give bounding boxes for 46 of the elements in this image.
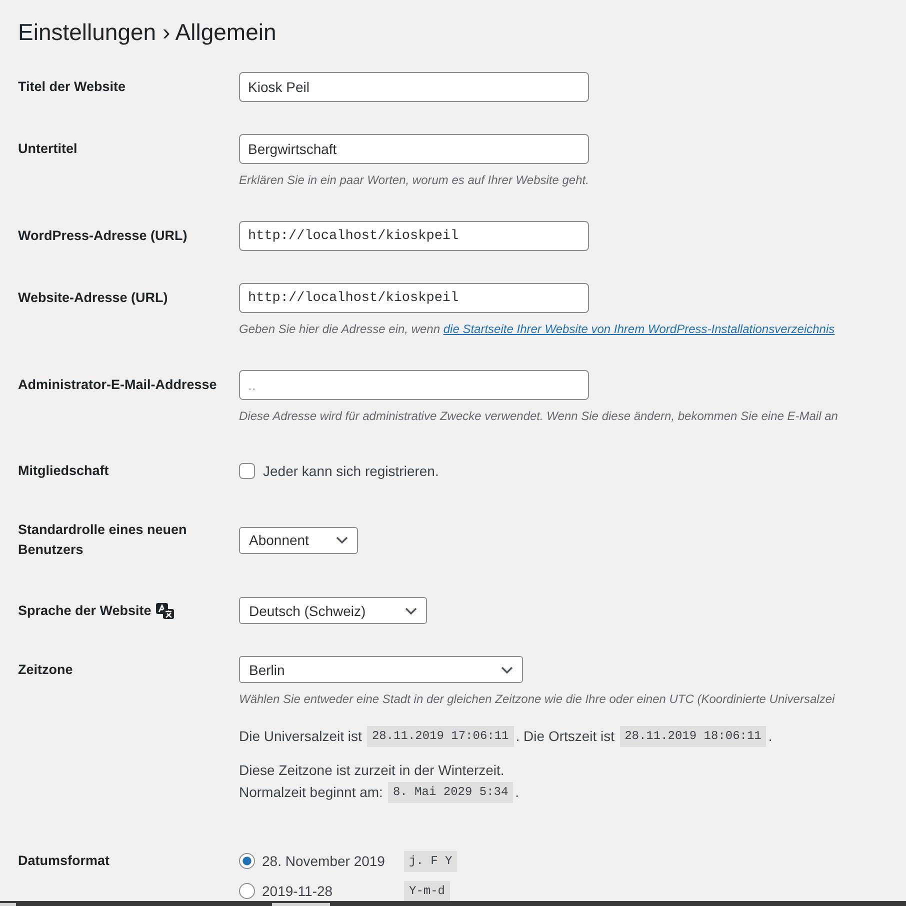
note-text: . Die Ortszeit ist [516, 727, 615, 746]
page-title: Einstellungen › Allgemein [18, 18, 276, 47]
url-field[interactable]: http://localhost/kioskpeil [239, 221, 589, 251]
field-label: Datumsformat [18, 852, 110, 870]
format-code: Y-m-d [404, 880, 450, 902]
field-label: Website-Adresse (URL) [18, 289, 168, 307]
field-description: Geben Sie hier die Adresse ein, wenn die Startseite Ihrer Website von Ihrem WordPress-Installationsverzeichnis [239, 321, 836, 338]
field-label: Administrator-E-Mail-Addresse [18, 376, 217, 394]
time-code: 8. Mai 2029 5:34 [388, 782, 514, 802]
chevron-down-icon [405, 606, 417, 614]
field-label: Zeitzone [18, 660, 73, 678]
translation-icon [156, 602, 174, 618]
link[interactable]: die Startseite Ihrer Website von Ihrem WordPress-Installationsverzeichnis [443, 322, 835, 336]
dropdown[interactable]: Deutsch (Schweiz) [239, 597, 427, 624]
checkbox[interactable] [239, 463, 255, 479]
note-text: Normalzeit beginnt am: [239, 783, 383, 802]
chevron-down-icon [501, 666, 513, 674]
text-field[interactable]: Kiosk Peil [239, 72, 589, 102]
note-text: Diese Zeitzone ist zurzeit in der Winterzeit. [239, 761, 504, 780]
radio-button[interactable] [239, 883, 255, 899]
chevron-down-icon [336, 536, 348, 544]
field-description: Wählen Sie entweder eine Stadt in der gleichen Zeitzone wie die Ihre oder einen UTC (Koordinierte Universalzei [239, 691, 836, 708]
text-field[interactable]: Bergwirtschaft [239, 134, 589, 164]
checkbox-label[interactable]: Jeder kann sich registrieren. [263, 461, 439, 481]
dropdown[interactable]: Abonnent [239, 526, 358, 554]
field-label: Untertitel [18, 140, 78, 158]
time-code: 28.11.2019 18:06:11 [620, 726, 766, 746]
field-label: Sprache der Website [18, 602, 152, 620]
radio-button[interactable] [239, 853, 255, 869]
tab-edge [272, 903, 330, 906]
url-field[interactable]: http://localhost/kioskpeil [239, 283, 589, 313]
tab-edge [0, 903, 16, 906]
format-code: j. F Y [404, 850, 458, 872]
radio-label[interactable]: 28. November 2019 [262, 853, 385, 869]
field-description: Erklären Sie in ein paar Worten, worum es auf Ihrer Website geht. [239, 172, 590, 189]
field-description: Diese Adresse wird für administrative Zwecke verwendet. Wenn Sie diese ändern, bekommen Sie eine E-Mail an [239, 408, 839, 425]
radio-label[interactable]: 2019-11-28 [262, 883, 333, 899]
note-text: Die Universalzeit ist [239, 727, 362, 746]
field-label: Standardrolle eines neuen Benutzers [18, 521, 188, 559]
time-code: 28.11.2019 17:06:11 [366, 726, 514, 746]
dropdown[interactable]: Berlin [239, 656, 523, 683]
field-label: WordPress-Adresse (URL) [18, 227, 188, 245]
field-label: Titel der Website [18, 78, 126, 96]
note-text: . [515, 783, 520, 802]
note-text: . [768, 727, 772, 746]
field-label: Mitgliedschaft [18, 462, 109, 480]
